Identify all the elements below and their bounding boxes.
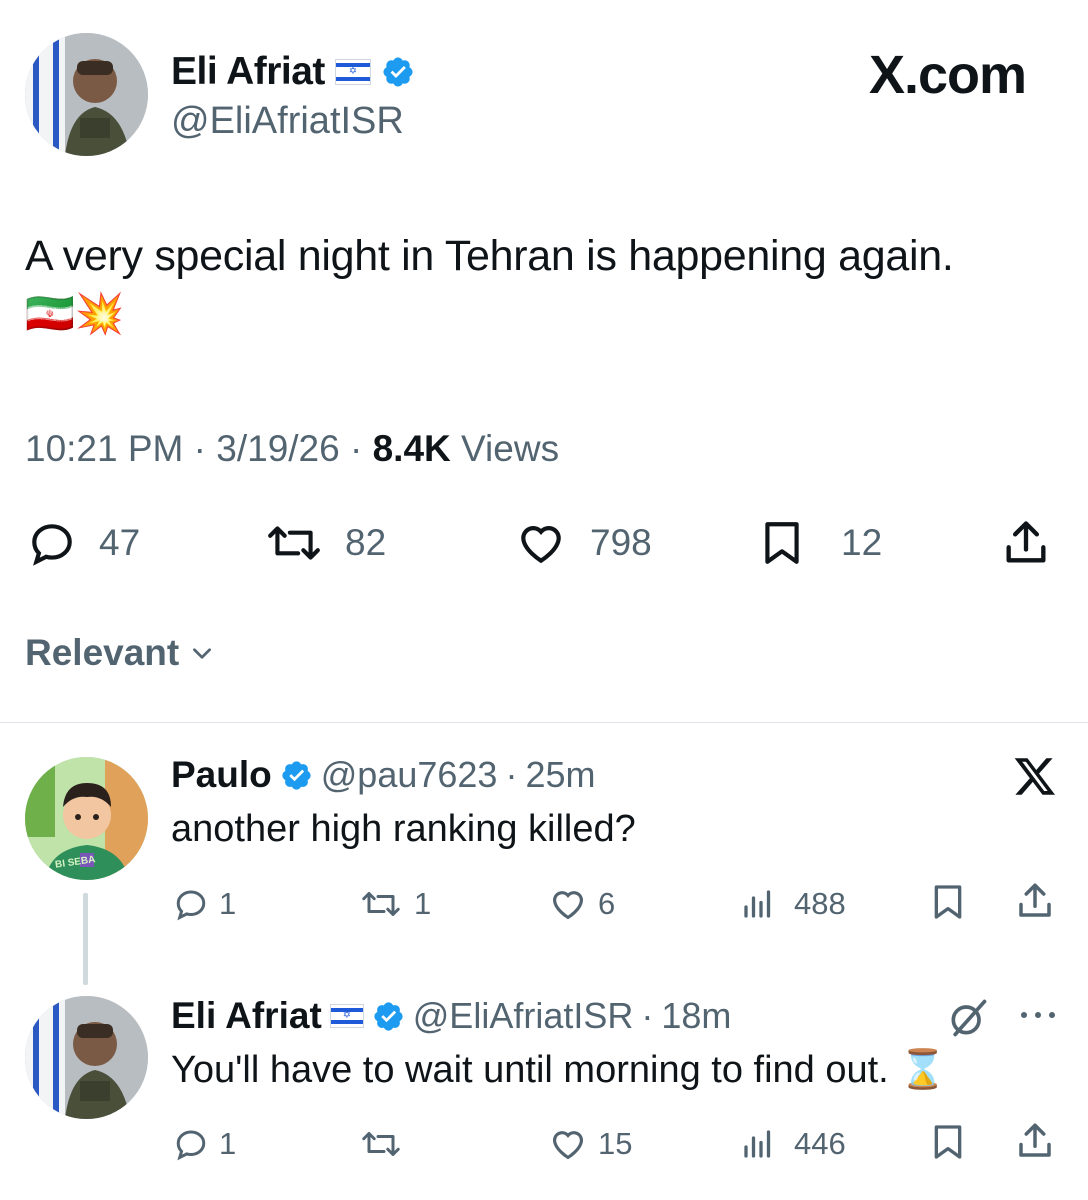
author-handle[interactable]: @EliAfriatISR (171, 100, 404, 143)
reply-text: another high ranking killed? (171, 808, 636, 850)
reply-repost-button[interactable] (358, 1124, 414, 1164)
meta-separator: · (505, 754, 518, 795)
chevron-down-icon (193, 648, 212, 659)
reply-author-name[interactable]: Eli Afriat (171, 995, 322, 1037)
meta-separator: · (350, 428, 363, 469)
repost-count: 82 (345, 522, 387, 563)
reply-icon (176, 1130, 206, 1161)
grok-icon[interactable] (946, 996, 990, 1045)
heart-icon (552, 891, 584, 920)
reply-count: 47 (99, 522, 141, 563)
reply-views-button[interactable]: 488 (738, 884, 846, 924)
like-count: 15 (598, 1126, 633, 1161)
views-icon (744, 890, 771, 918)
reply-button[interactable]: 47 (27, 515, 140, 571)
share-icon (1006, 521, 1046, 563)
x-com-watermark: X.com (868, 45, 1027, 105)
reply-count: 1 (219, 1126, 237, 1161)
x-logo-icon (1012, 754, 1058, 803)
verified-badge-icon (381, 55, 415, 89)
reply-header: Paulo @pau7623 · 25m (171, 752, 595, 798)
like-count: 6 (598, 886, 616, 921)
verified-badge-icon (372, 1000, 405, 1033)
share-icon (1019, 883, 1051, 917)
reply-bookmark-button[interactable] (928, 882, 968, 922)
repost-button[interactable]: 82 (265, 515, 386, 571)
reply-thread-line (83, 893, 88, 985)
bookmark-button[interactable]: 12 (757, 515, 882, 571)
meta-separator: · (193, 428, 206, 469)
verified-badge-icon (280, 759, 313, 792)
reply-bookmark-button[interactable] (928, 1122, 968, 1162)
avatar-image (25, 996, 148, 1119)
views-count: 488 (794, 886, 846, 921)
author-name[interactable]: Eli Afriat (171, 50, 325, 94)
sort-dropdown[interactable]: Relevant (25, 632, 215, 674)
section-divider (0, 722, 1088, 723)
reply-age[interactable]: 18m (661, 995, 731, 1037)
reply-like-button[interactable]: 15 (548, 1124, 632, 1164)
reply-reply-button[interactable]: 1 (173, 884, 236, 924)
israel-flag-icon: ✡ (329, 1004, 364, 1028)
more-icon[interactable] (1018, 1003, 1058, 1032)
reply-count: 1 (219, 886, 237, 921)
bookmark-icon (934, 1125, 962, 1159)
share-icon (1019, 1123, 1051, 1157)
reply-text: You'll have to wait until morning to fin… (171, 1049, 889, 1091)
repost-icon (362, 892, 400, 916)
israel-flag-icon: ✡ (334, 59, 371, 85)
reply-author-handle[interactable]: @EliAfriatISR (413, 995, 634, 1037)
tweet-meta: 10:21 PM · 3/19/26 · 8.4K Views (25, 428, 559, 470)
bookmark-icon (765, 522, 799, 564)
reply-like-button[interactable]: 6 (548, 884, 615, 924)
reply-text-row: You'll have to wait until morning to fin… (171, 1048, 947, 1092)
hourglass-emoji: ⌛ (899, 1049, 947, 1091)
tweet-emoji: 🇮🇷💥 (25, 292, 125, 336)
reply-avatar[interactable] (25, 996, 148, 1119)
share-button[interactable] (1000, 515, 1052, 571)
repost-icon (268, 526, 320, 560)
like-button[interactable]: 798 (514, 515, 652, 571)
reply-repost-button[interactable]: 1 (358, 884, 431, 924)
author-avatar[interactable] (25, 33, 148, 156)
reply-share-button[interactable] (1014, 1120, 1056, 1162)
views-label: Views (461, 428, 560, 469)
heart-icon (552, 1131, 584, 1160)
sort-label: Relevant (25, 632, 180, 673)
repost-icon (362, 1132, 400, 1156)
views-count: 8.4K (372, 428, 451, 469)
tweet-time[interactable]: 10:21 PM (25, 428, 183, 469)
views-count: 446 (794, 1126, 846, 1161)
reply-author-name[interactable]: Paulo (171, 754, 272, 796)
repost-count: 1 (414, 886, 432, 921)
reply-icon (32, 524, 72, 566)
tweet-date[interactable]: 3/19/26 (216, 428, 339, 469)
reply-icon (176, 890, 206, 921)
bookmark-icon (934, 885, 962, 919)
reply-avatar[interactable]: BI SEBA (25, 757, 148, 880)
reply-author-handle[interactable]: @pau7623 (321, 754, 498, 796)
reply-share-button[interactable] (1014, 880, 1056, 922)
heart-icon (521, 526, 561, 564)
avatar-image (25, 33, 148, 156)
reply-age[interactable]: 25m (525, 754, 595, 796)
like-count: 798 (590, 522, 652, 563)
reply-header: Eli Afriat ✡ @EliAfriatISR · 18m (171, 993, 731, 1039)
bookmark-count: 12 (841, 522, 883, 563)
meta-separator: · (641, 995, 654, 1036)
author-name-row: Eli Afriat ✡ (171, 48, 415, 96)
reply-reply-button[interactable]: 1 (173, 1124, 236, 1164)
tweet-text: A very special night in Tehran is happen… (25, 232, 954, 280)
views-icon (744, 1130, 771, 1158)
reply-views-button[interactable]: 446 (738, 1124, 846, 1164)
